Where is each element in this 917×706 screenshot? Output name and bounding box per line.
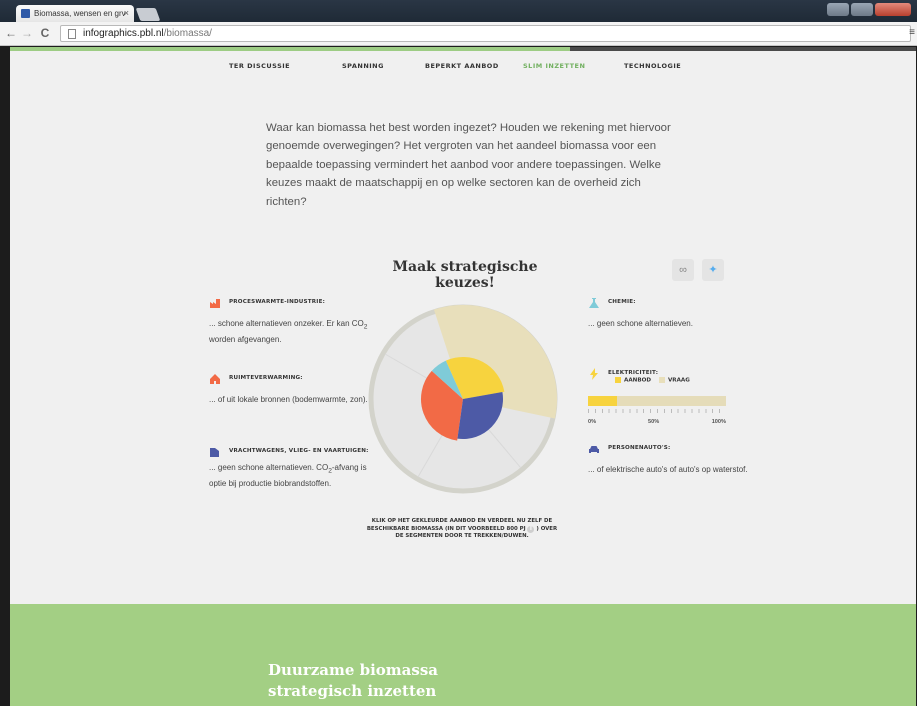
favicon-icon [21,9,30,18]
tab-title: Biomassa, wensen en grv [34,9,126,18]
browser-titlebar: Biomassa, wensen en grv × [0,0,917,22]
sector-title: PROCESWARMTE-INDUSTRIE: [229,299,326,305]
allocation-pie[interactable] [365,301,561,497]
new-tab-button[interactable] [135,8,161,21]
electricity-legend: AANBOD VRAAG [615,377,690,384]
truck-icon [210,448,219,457]
demand-swatch [658,377,665,383]
nav-slim-inzetten[interactable]: SLIM INZETTEN [523,62,585,70]
legend-demand: VRAAG [667,377,690,384]
sector-title: PERSONENAUTO'S: [608,445,671,451]
sector-desc: ... of uit lokale bronnen (bodemwarmte, … [209,395,368,404]
sector-proceswarmte: PROCESWARMTE-INDUSTRIE: ... schone alter… [209,299,369,347]
sector-desc: ... geen schone alternatieven. CO [209,463,329,472]
twitter-icon[interactable]: ✦ [702,259,724,281]
page: TER DISCUSSIE SPANNING BEPERKT AANBOD SL… [10,47,916,706]
sector-ruimteverwarming: RUIMTEVERWARMING: ... of uit lokale bron… [209,374,369,407]
nav-technologie[interactable]: TECHNOLOGIE [624,62,681,70]
window-controls [827,3,911,16]
browser-tab[interactable]: Biomassa, wensen en grv × [16,5,134,22]
link-icon[interactable]: ∞ [672,259,694,281]
address-bar[interactable]: infographics.pbl.nl/biomassa/ [60,25,911,42]
sector-desc-end: worden afgevangen. [209,335,282,345]
page-icon [68,29,76,39]
bar-ticks [588,409,726,413]
minimize-button[interactable] [827,3,849,16]
menu-icon[interactable]: ≡ [909,27,915,38]
sector-title: VRACHTWAGENS, VLIEG- EN VAARTUIGEN: [229,448,369,454]
nav-ter-discussie[interactable]: TER DISCUSSIE [229,62,290,70]
electricity-bar [588,396,726,406]
sector-title: RUIMTEVERWARMING: [229,375,303,381]
section-heading: Maak strategische keuzes! [392,259,538,291]
forward-icon[interactable]: → [20,26,34,40]
maximize-button[interactable] [851,3,873,16]
close-tab-icon[interactable]: × [124,8,129,18]
nav-spanning[interactable]: SPANNING [342,62,384,70]
bar-label-50: 50% [648,419,660,425]
electricity-supply-fill [588,396,617,406]
sector-desc: ... of elektrische auto's of auto's op w… [588,465,748,474]
sector-title: ELEKTRICITEIT: [608,370,659,376]
supply-swatch [615,377,621,383]
lightning-icon [590,368,598,380]
section-nav: TER DISCUSSIE SPANNING BEPERKT AANBOD SL… [10,62,916,78]
house-icon [210,374,220,384]
nav-beperkt-aanbod[interactable]: BEPERKT AANBOD [425,62,499,70]
sector-chemie: CHEMIE: ... geen schone alternatieven. [588,298,748,331]
intro-text: Waar kan biomassa het best worden ingeze… [266,122,671,208]
sector-personenautos: PERSONENAUTO'S: ... of elektrische auto'… [588,445,748,477]
sector-desc: ... geen schone alternatieven. [588,319,693,328]
url-path: /biomassa/ [163,28,212,39]
progress-line [10,47,916,51]
sector-vrachtwagens: VRACHTWAGENS, VLIEG- EN VAARTUIGEN: ... … [209,448,369,491]
close-window-button[interactable] [875,3,911,16]
instruction-text: Klik op het gekleurde aanbod en verdeel … [362,518,562,541]
legend-supply: AANBOD [624,377,652,384]
footer-section: Duurzame biomassa strategisch inzetten [10,604,916,706]
sector-title: CHEMIE: [608,299,636,305]
car-icon [589,446,599,453]
back-icon[interactable]: ← [4,26,18,40]
reload-icon[interactable]: C [38,26,52,40]
footer-title: Duurzame biomassa strategisch inzetten [268,661,438,700]
url-host: infographics.pbl.nl [83,28,164,39]
flask-icon [589,298,599,308]
bar-label-0: 0% [588,419,597,425]
instruction-pre: Klik op het gekleurde aanbod en verdeel … [366,518,553,532]
bar-label-100: 100% [711,419,726,425]
browser-toolbar: ← → C infographics.pbl.nl/biomassa/ ≡ [0,22,917,46]
sector-desc: ... schone alternatieven onzeker. Er kan… [209,319,364,328]
factory-icon [210,299,220,308]
info-icon[interactable]: i [527,525,535,533]
